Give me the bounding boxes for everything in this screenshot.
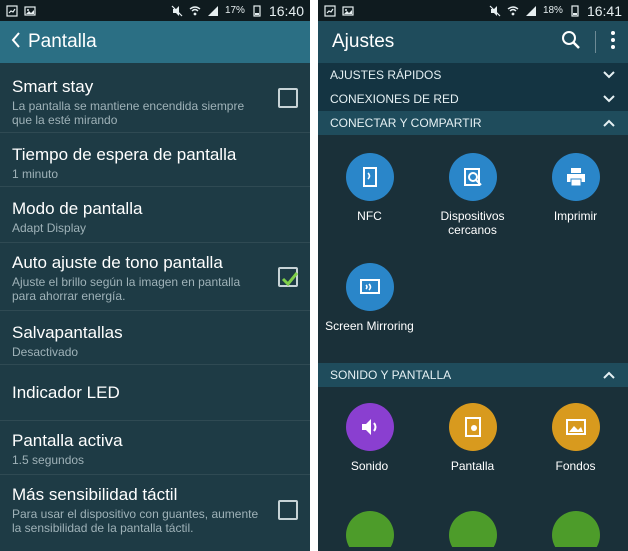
tile-label: Imprimir (553, 209, 598, 223)
battery-percent: 17% (224, 5, 245, 16)
tile-label: NFC (357, 209, 382, 223)
section-title: SONIDO Y PANTALLA (330, 368, 452, 382)
setting-subtitle: 1 minuto (12, 167, 59, 181)
signal-icon (207, 5, 219, 17)
image-notification-icon (24, 5, 36, 17)
tile-print[interactable]: Imprimir (524, 147, 627, 257)
notification-icon (6, 4, 18, 17)
setting-subtitle: Adapt Display (12, 221, 87, 235)
setting-subtitle: Ajuste el brillo según la imagen en pant… (12, 275, 241, 303)
appbar-divider (595, 31, 596, 53)
battery-icon (251, 4, 263, 17)
setting-subtitle: Para usar el dispositivo con guantes, au… (12, 507, 259, 535)
page-title: Pantalla (28, 31, 97, 52)
setting-title: Modo de pantalla (12, 199, 143, 218)
setting-touch-sensitivity[interactable]: Más sensibilidad táctil Para usar el dis… (0, 475, 310, 545)
app-bar: Ajustes (318, 21, 628, 63)
setting-smart-stay[interactable]: Smart stay La pantalla se mantiene encen… (0, 63, 310, 133)
sound-display-grid: Sonido Pantalla Fondos (318, 387, 628, 547)
auto-tone-checkbox[interactable] (278, 266, 299, 287)
mute-icon (171, 5, 183, 17)
tile-sound[interactable]: Sonido (318, 397, 421, 507)
page-title: Ajustes (332, 31, 395, 52)
clock: 16:40 (268, 2, 304, 19)
lock-screen-icon (345, 511, 394, 547)
tile-wallpaper[interactable]: Fondos (524, 397, 627, 507)
tile-label: Dispositivos cercanos (440, 209, 505, 237)
tile-multi-window[interactable] (421, 507, 524, 547)
setting-screen-timeout[interactable]: Tiempo de espera de pantalla 1 minuto (0, 133, 310, 187)
checkmark-icon (280, 269, 300, 294)
section-quick-settings[interactable]: AJUSTES RÁPIDOS (318, 63, 628, 87)
signal-icon (525, 5, 537, 17)
setting-subtitle: Desactivado (12, 345, 79, 359)
setting-title: Auto ajuste de tono pantalla (12, 253, 223, 272)
setting-subtitle: 1.5 segundos (12, 453, 85, 467)
notification-icon (324, 4, 336, 17)
back-button[interactable] (4, 21, 28, 63)
tile-notification-panel[interactable] (524, 507, 627, 547)
section-title: CONEXIONES DE RED (330, 92, 459, 106)
image-notification-icon (342, 5, 354, 17)
nfc-icon (345, 153, 394, 201)
wallpaper-icon (551, 403, 600, 451)
nearby-devices-icon (448, 153, 497, 201)
setting-title: Tiempo de espera de pantalla (12, 145, 237, 164)
multi-window-icon (448, 511, 497, 547)
left-screen: 17% 16:40 Pantalla Smart stay La pantall… (0, 0, 310, 551)
setting-title: Salvapantallas (12, 323, 123, 342)
status-bar: 17% 16:40 (0, 0, 310, 21)
chevron-up-icon (602, 116, 616, 130)
chevron-up-icon (602, 368, 616, 382)
speaker-icon (345, 403, 394, 451)
display-icon (448, 403, 497, 451)
touch-sensitivity-checkbox[interactable] (278, 500, 298, 520)
chevron-down-icon (602, 68, 616, 82)
chevron-left-icon (9, 31, 23, 54)
screen-mirroring-icon (345, 263, 394, 311)
smart-stay-checkbox[interactable] (278, 87, 298, 108)
more-options-icon[interactable] (610, 30, 616, 55)
tile-lock-screen[interactable] (318, 507, 421, 547)
tile-nfc[interactable]: NFC (318, 147, 421, 257)
setting-title: Smart stay (12, 77, 94, 96)
tile-screen-mirroring[interactable]: Screen Mirroring (318, 257, 421, 367)
setting-auto-tone[interactable]: Auto ajuste de tono pantalla Ajuste el b… (0, 243, 310, 311)
wifi-icon (189, 5, 201, 17)
app-bar: Pantalla (0, 21, 310, 63)
mute-icon (489, 5, 501, 17)
section-title: AJUSTES RÁPIDOS (330, 68, 442, 82)
setting-subtitle: La pantalla se mantiene encendida siempr… (12, 99, 245, 127)
setting-screensaver[interactable]: Salvapantallas Desactivado (0, 311, 310, 365)
setting-screen-mode[interactable]: Modo de pantalla Adapt Display (0, 187, 310, 243)
settings-list: Smart stay La pantalla se mantiene encen… (0, 63, 310, 545)
setting-led-indicator[interactable]: Indicador LED (0, 365, 310, 421)
tile-label: Sonido (350, 459, 389, 473)
tile-label: Fondos (555, 459, 596, 473)
chevron-down-icon (602, 92, 616, 106)
connect-share-grid: NFC Dispositivos cercanos Imprimir Scree… (318, 135, 628, 367)
section-title: CONECTAR Y COMPARTIR (330, 116, 482, 130)
battery-percent: 18% (542, 5, 563, 16)
search-icon[interactable] (561, 30, 581, 55)
right-screen: 18% 16:41 Ajustes AJUSTES RÁPIDOS CONEXI… (318, 0, 628, 551)
section-network-connections[interactable]: CONEXIONES DE RED (318, 87, 628, 111)
battery-icon (569, 4, 581, 17)
setting-title: Pantalla activa (12, 431, 123, 450)
setting-title: Indicador LED (12, 382, 120, 402)
appbar-actions (561, 30, 628, 55)
section-connect-share[interactable]: CONECTAR Y COMPARTIR (318, 111, 628, 135)
tile-nearby-devices[interactable]: Dispositivos cercanos (421, 147, 524, 257)
wifi-icon (507, 5, 519, 17)
clock: 16:41 (586, 2, 622, 19)
tile-label: Pantalla (450, 459, 495, 473)
tile-label: Screen Mirroring (325, 319, 414, 333)
tile-display[interactable]: Pantalla (421, 397, 524, 507)
printer-icon (551, 153, 600, 201)
notification-panel-icon (551, 511, 600, 547)
status-bar: 18% 16:41 (318, 0, 628, 21)
setting-active-screen[interactable]: Pantalla activa 1.5 segundos (0, 421, 310, 475)
setting-title: Más sensibilidad táctil (12, 485, 178, 504)
